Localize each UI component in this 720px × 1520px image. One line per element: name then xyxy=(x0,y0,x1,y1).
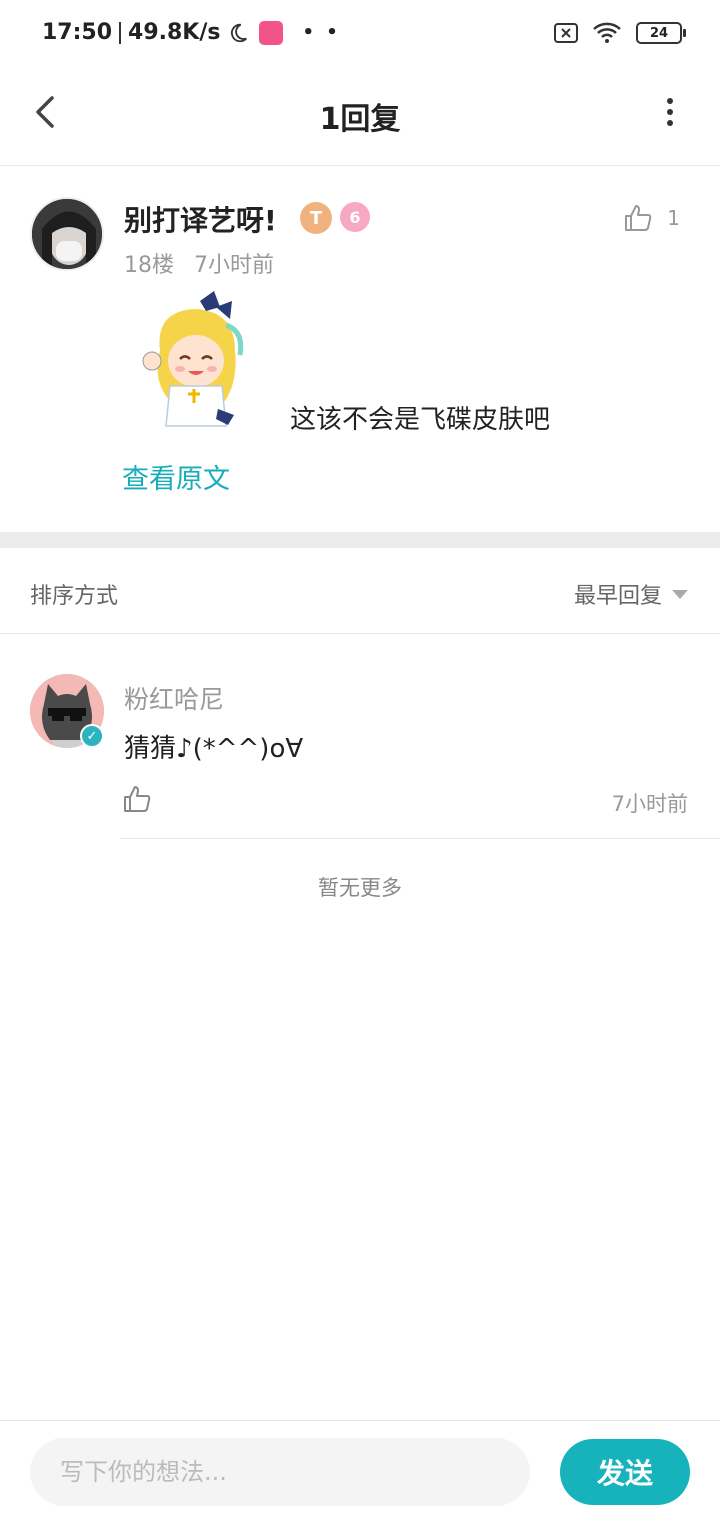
send-button[interactable]: 发送 xyxy=(560,1439,690,1505)
reply-time: 7小时前 xyxy=(611,792,688,816)
more-options-icon[interactable] xyxy=(660,94,680,130)
thumbs-up-icon xyxy=(625,205,652,231)
sim-off-icon xyxy=(554,23,578,43)
sort-selected: 最早回复 xyxy=(573,584,662,609)
reply-input[interactable] xyxy=(30,1438,530,1506)
sort-label: 排序方式 xyxy=(30,584,119,609)
level-badge-icon: T xyxy=(300,202,332,234)
status-bar: 17:50 49.8K/s • • 24 xyxy=(0,0,720,68)
reply-divider xyxy=(120,838,720,839)
page-title: 1回复 xyxy=(319,102,401,137)
avatar[interactable] xyxy=(30,197,104,271)
title-bar: 1回复 xyxy=(0,68,720,166)
more-notifications-icon: • • xyxy=(302,22,341,43)
avatar-image xyxy=(32,199,102,269)
wifi-icon xyxy=(593,22,621,43)
floor-number: 18楼 xyxy=(124,253,174,278)
bilibili-app-icon xyxy=(258,20,283,45)
status-right: 24 xyxy=(554,22,686,44)
username[interactable]: 别打译艺呀! xyxy=(124,199,277,239)
no-more-text: 暂无更多 xyxy=(318,876,402,900)
anime-girl-sticker xyxy=(142,291,244,427)
composer-bar: 发送 xyxy=(0,1420,720,1520)
reply-text: 猜猜♪(*^^)o∀ xyxy=(124,734,304,764)
like-count: 1 xyxy=(667,206,680,230)
thumbs-up-icon[interactable] xyxy=(122,784,152,814)
sort-dropdown[interactable]: 最早回复 xyxy=(574,578,688,610)
battery-icon: 24 xyxy=(636,22,686,44)
user-badges: T 6 xyxy=(300,202,370,234)
like-button[interactable]: 1 xyxy=(623,203,680,233)
view-original-link[interactable]: 查看原文 xyxy=(122,457,230,496)
reply-item: ✓ 粉红哈尼 猜猜♪(*^^)o∀ 7小时前 xyxy=(0,634,720,839)
battery-level: 24 xyxy=(649,25,669,41)
moon-icon xyxy=(230,23,247,42)
network-speed: 49.8K/s xyxy=(128,20,221,45)
section-divider xyxy=(0,532,720,548)
comment-text: 这该不会是飞碟皮肤吧 xyxy=(290,405,551,435)
comment-meta: 18楼 7小时前 xyxy=(124,247,274,279)
sort-row: 排序方式 最早回复 xyxy=(0,548,720,634)
status-separator xyxy=(119,21,122,44)
status-left: 17:50 49.8K/s • • xyxy=(42,20,341,45)
verified-check-icon: ✓ xyxy=(80,724,104,748)
reply-username[interactable]: 粉红哈尼 xyxy=(124,680,224,716)
comment-time: 7小时前 xyxy=(194,253,274,278)
status-time: 17:50 xyxy=(42,20,113,45)
fan-badge-icon: 6 xyxy=(340,202,370,232)
main-comment: 别打译艺呀! T 6 1 18楼 7小时前 这该不会是飞碟皮肤吧 查看原文 xyxy=(0,167,720,532)
caret-down-icon xyxy=(672,589,688,599)
